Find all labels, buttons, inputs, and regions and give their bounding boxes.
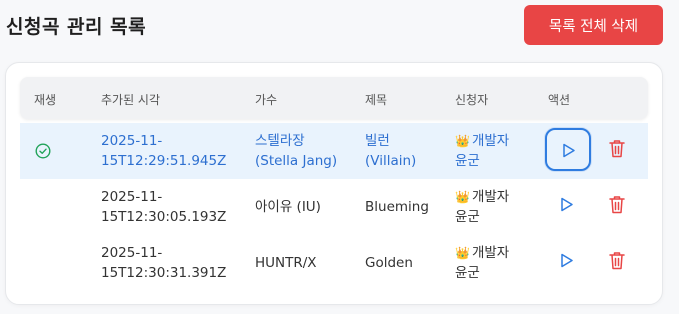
artist-cell: 스텔라장 (Stella Jang) xyxy=(255,133,338,169)
play-button[interactable] xyxy=(545,240,591,283)
song-title-cell: Golden xyxy=(365,255,413,271)
requester-cell: 👑 개발자 윤군 xyxy=(455,133,510,169)
requester-cell: 👑 개발자 윤군 xyxy=(455,245,510,281)
request-table-card: 재생 추가된 시각 가수 제목 신청자 액션 2025-11- 15T12:29… xyxy=(5,62,663,305)
delete-all-button[interactable]: 목록 전체 삭제 xyxy=(524,5,663,45)
trash-icon xyxy=(609,196,625,214)
play-icon xyxy=(561,253,573,268)
delete-button[interactable] xyxy=(606,137,628,161)
song-title-cell: Blueming xyxy=(365,199,429,215)
crown-icon: 👑 xyxy=(455,190,470,204)
time-cell: 2025-11- 15T12:30:05.193Z xyxy=(101,189,227,225)
trash-icon xyxy=(609,140,625,158)
column-header-time: 추가된 시각 xyxy=(101,93,161,107)
crown-icon: 👑 xyxy=(455,134,470,148)
artist-cell: HUNTR/X xyxy=(255,255,317,271)
trash-icon xyxy=(609,252,625,270)
time-cell: 2025-11- 15T12:29:51.945Z xyxy=(101,133,227,169)
table-row: 2025-11- 15T12:30:31.391Z HUNTR/X Golden… xyxy=(20,235,648,291)
time-cell: 2025-11- 15T12:30:31.391Z xyxy=(101,245,227,281)
column-header-artist: 가수 xyxy=(255,93,278,107)
crown-icon: 👑 xyxy=(455,246,470,260)
play-icon xyxy=(563,143,575,158)
table-header: 재생 추가된 시각 가수 제목 신청자 액션 xyxy=(20,77,648,119)
check-circle-icon xyxy=(35,143,51,159)
play-icon xyxy=(561,197,573,212)
play-button[interactable] xyxy=(545,128,591,171)
play-button[interactable] xyxy=(545,184,591,227)
delete-button[interactable] xyxy=(606,249,628,273)
page-title: 신청곡 관리 목록 xyxy=(6,16,147,38)
requester-cell: 👑 개발자 윤군 xyxy=(455,189,510,225)
artist-cell: 아이유 (IU) xyxy=(255,199,321,215)
column-header-action: 액션 xyxy=(548,93,571,107)
column-header-play: 재생 xyxy=(34,93,57,107)
column-header-requester: 신청자 xyxy=(455,93,489,107)
song-title-cell: 빌런 (Villain) xyxy=(365,133,417,169)
delete-button[interactable] xyxy=(606,193,628,217)
column-header-title: 제목 xyxy=(365,93,388,107)
table-row: 2025-11- 15T12:29:51.945Z 스텔라장 (Stella J… xyxy=(20,123,648,179)
table-row: 2025-11- 15T12:30:05.193Z 아이유 (IU) Bluem… xyxy=(20,179,648,235)
